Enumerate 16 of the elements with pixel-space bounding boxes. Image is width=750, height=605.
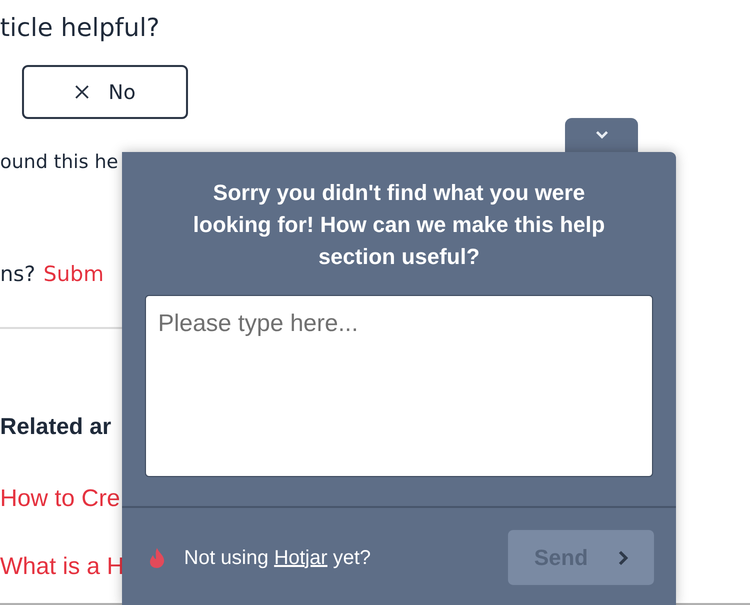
related-article-link[interactable]: What is a H [0,551,124,583]
no-button[interactable]: No [22,65,188,119]
hotjar-link[interactable]: Hotjar [274,546,328,568]
feedback-input[interactable]: Please type here... [145,295,653,477]
helpful-count-text: ound this he [0,150,118,175]
submit-link[interactable]: Subm [43,259,104,289]
related-article-link[interactable]: How to Cre [0,483,120,515]
article-question: ticle helpful? [0,12,160,44]
feedback-heading: Sorry you didn't find what you were looking for! How can we make this help section useful? [192,179,606,271]
collapse-tab[interactable] [565,118,638,152]
chevron-right-icon [618,550,628,566]
flame-icon [148,546,166,568]
close-icon [74,84,90,100]
footer-text: Not using Hotjar yet? [184,546,371,570]
related-heading: Related ar [0,412,112,441]
contact-text: ns? [0,261,36,288]
